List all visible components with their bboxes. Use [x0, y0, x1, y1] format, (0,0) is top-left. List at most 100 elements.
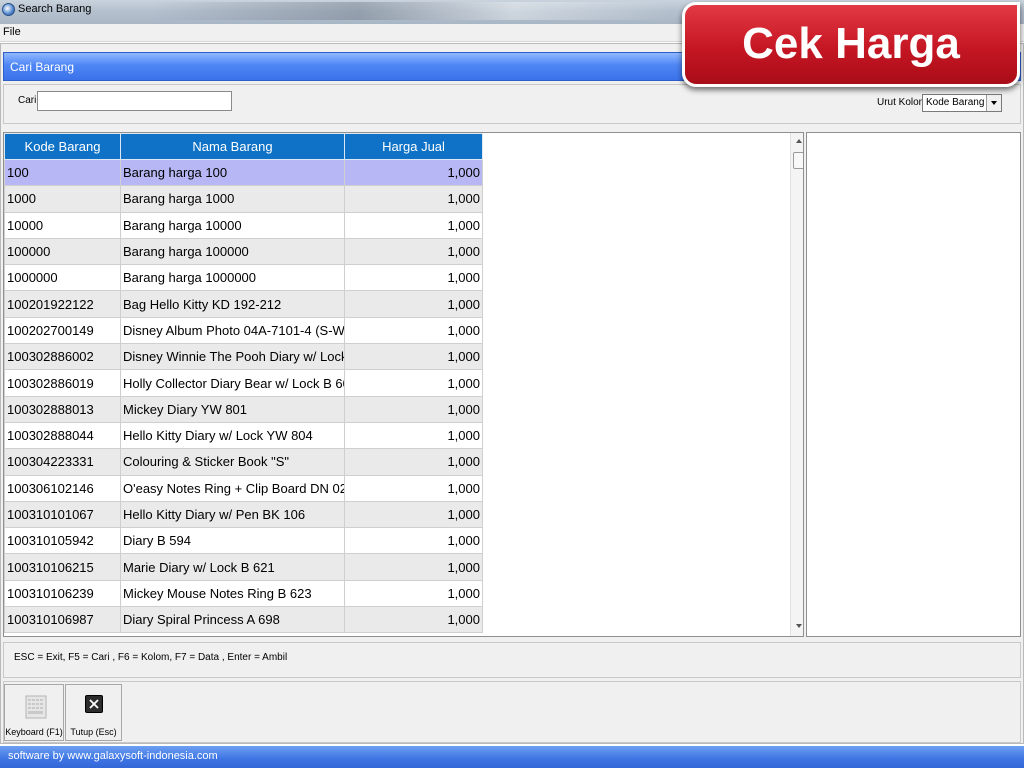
search-label: Cari — [18, 95, 37, 106]
cell-harga-jual[interactable]: 1,000 — [344, 579, 483, 608]
cell-nama-barang[interactable]: O'easy Notes Ring + Clip Board DN 0214^ — [120, 474, 345, 502]
chevron-down-icon — [991, 101, 997, 105]
cell-harga-jual[interactable]: 1,000 — [344, 421, 483, 450]
cell-nama-barang[interactable]: Mickey Diary YW 801 — [120, 395, 345, 423]
table-row[interactable]: 100310106987 Diary Spiral Princess A 698 1… — [4, 606, 483, 634]
column-header[interactable]: Nama Barang — [120, 133, 345, 160]
cell-nama-barang[interactable]: Hello Kitty Diary w/ Lock YW 804 — [120, 421, 345, 450]
table-row[interactable]: 1000000 Barang harga 1000000 1,000 — [4, 264, 483, 292]
sort-column-dropdown-button[interactable] — [986, 95, 1001, 111]
window-title: Search Barang — [18, 3, 92, 15]
cell-nama-barang[interactable]: Mickey Mouse Notes Ring B 623 — [120, 579, 345, 608]
app-icon — [2, 3, 15, 16]
cell-nama-barang[interactable]: Disney Album Photo 04A-7101-4 (S-WTP) — [120, 316, 345, 345]
grid-vertical-scrollbar[interactable] — [790, 133, 803, 636]
cell-kode-barang[interactable]: 100201922122 — [4, 290, 121, 318]
keyboard-button-label: Keyboard (F1) — [5, 727, 63, 737]
cell-kode-barang[interactable]: 100000 — [4, 237, 121, 266]
table-row[interactable]: 1000 Barang harga 1000 1,000 — [4, 185, 483, 213]
data-grid: Kode Barang Nama Barang Harga Jual 100 Bara… — [3, 132, 804, 637]
table-row[interactable]: 100302888044 Hello Kitty Diary w/ Lock YW… — [4, 421, 483, 450]
cell-nama-barang[interactable]: Barang harga 1000 — [120, 185, 345, 213]
scroll-thumb[interactable] — [793, 152, 803, 169]
button-panel — [3, 681, 1021, 743]
table-row[interactable]: 100 Barang harga 100 1,000 — [4, 158, 483, 187]
table-row[interactable]: 100302886002 Disney Winnie The Pooh Diary… — [4, 343, 483, 371]
cell-harga-jual[interactable]: 1,000 — [344, 343, 483, 371]
side-panel — [806, 132, 1021, 637]
scroll-up-icon[interactable] — [796, 139, 802, 143]
cell-harga-jual[interactable]: 1,000 — [344, 290, 483, 318]
cell-kode-barang[interactable]: 100302888044 — [4, 421, 121, 450]
menu-file[interactable]: File — [3, 26, 21, 38]
cell-kode-barang[interactable]: 100 — [4, 158, 121, 187]
cell-nama-barang[interactable]: Barang harga 100000 — [120, 237, 345, 266]
table-row[interactable]: 10000 Barang harga 10000 1,000 — [4, 211, 483, 239]
cell-harga-jual[interactable]: 1,000 — [344, 527, 483, 555]
cell-nama-barang[interactable]: Colouring & Sticker Book "S" — [120, 448, 345, 476]
table-row[interactable]: 100310106239 Mickey Mouse Notes Ring B 62… — [4, 579, 483, 608]
cell-harga-jual[interactable]: 1,000 — [344, 237, 483, 266]
cell-kode-barang[interactable]: 100310106239 — [4, 579, 121, 608]
table-row[interactable]: 100302888013 Mickey Diary YW 801 1,000 — [4, 395, 483, 423]
table-row[interactable]: 100202700149 Disney Album Photo 04A-7101-… — [4, 316, 483, 345]
cell-kode-barang[interactable]: 100306102146 — [4, 474, 121, 502]
table-row[interactable]: 100310101067 Hello Kitty Diary w/ Pen BK … — [4, 500, 483, 529]
cell-nama-barang[interactable]: Hello Kitty Diary w/ Pen BK 106 — [120, 500, 345, 529]
cell-kode-barang[interactable]: 100302886019 — [4, 369, 121, 397]
title-bar-gradient — [150, 2, 670, 20]
panel-header-title: Cari Barang — [10, 60, 75, 74]
footer-credit: software by www.galaxysoft-indonesia.com — [8, 750, 218, 762]
cell-harga-jual[interactable]: 1,000 — [344, 553, 483, 581]
table-row[interactable]: 100201922122 Bag Hello Kitty KD 192-212 1,… — [4, 290, 483, 318]
cell-nama-barang[interactable]: Holly Collector Diary Bear w/ Lock B 601 — [120, 369, 345, 397]
keyboard-icon — [25, 695, 47, 719]
close-button[interactable]: Tutup (Esc) — [65, 684, 122, 741]
column-header[interactable]: Harga Jual — [344, 133, 483, 160]
table-row[interactable]: 100000 Barang harga 100000 1,000 — [4, 237, 483, 266]
cell-kode-barang[interactable]: 100304223331 — [4, 448, 121, 476]
cell-harga-jual[interactable]: 1,000 — [344, 448, 483, 476]
keyboard-button[interactable]: Keyboard (F1) — [4, 684, 64, 741]
cell-kode-barang[interactable]: 1000000 — [4, 264, 121, 292]
cell-nama-barang[interactable]: Barang harga 1000000 — [120, 264, 345, 292]
cell-kode-barang[interactable]: 100310106987 — [4, 606, 121, 634]
table-row[interactable]: 100310106215 Marie Diary w/ Lock B 621 1,0… — [4, 553, 483, 581]
cell-kode-barang[interactable]: 10000 — [4, 211, 121, 239]
cell-harga-jual[interactable]: 1,000 — [344, 474, 483, 502]
table-row[interactable]: 100306102146 O'easy Notes Ring + Clip Boa… — [4, 474, 483, 502]
cell-kode-barang[interactable]: 100310101067 — [4, 500, 121, 529]
search-input[interactable] — [37, 91, 232, 111]
cell-kode-barang[interactable]: 100302888013 — [4, 395, 121, 423]
sort-column-select[interactable]: Kode Barang — [922, 94, 1002, 112]
cell-nama-barang[interactable]: Diary B 594 — [120, 527, 345, 555]
cell-harga-jual[interactable]: 1,000 — [344, 185, 483, 213]
table-row[interactable]: 100302886019 Holly Collector Diary Bear w… — [4, 369, 483, 397]
table-row[interactable]: 100310105942 Diary B 594 1,000 — [4, 527, 483, 555]
cell-harga-jual[interactable]: 1,000 — [344, 264, 483, 292]
cell-nama-barang[interactable]: Barang harga 100 — [120, 158, 345, 187]
cell-harga-jual[interactable]: 1,000 — [344, 211, 483, 239]
cell-nama-barang[interactable]: Marie Diary w/ Lock B 621 — [120, 553, 345, 581]
cell-kode-barang[interactable]: 100202700149 — [4, 316, 121, 345]
cell-nama-barang[interactable]: Bag Hello Kitty KD 192-212 — [120, 290, 345, 318]
close-button-label: Tutup (Esc) — [70, 727, 117, 737]
cell-nama-barang[interactable]: Barang harga 10000 — [120, 211, 345, 239]
cell-harga-jual[interactable]: 1,000 — [344, 606, 483, 634]
cell-nama-barang[interactable]: Disney Winnie The Pooh Diary w/ Lock B 6 — [120, 343, 345, 371]
cell-kode-barang[interactable]: 100302886002 — [4, 343, 121, 371]
cell-kode-barang[interactable]: 100310106215 — [4, 553, 121, 581]
table-row[interactable]: 100304223331 Colouring & Sticker Book "S"… — [4, 448, 483, 476]
cell-harga-jual[interactable]: 1,000 — [344, 395, 483, 423]
column-header[interactable]: Kode Barang — [4, 133, 121, 160]
cell-nama-barang[interactable]: Diary Spiral Princess A 698 — [120, 606, 345, 634]
cell-kode-barang[interactable]: 100310105942 — [4, 527, 121, 555]
cell-harga-jual[interactable]: 1,000 — [344, 369, 483, 397]
scroll-down-icon[interactable] — [796, 624, 802, 628]
sort-column-label: Urut Kolom — [877, 97, 928, 108]
cell-harga-jual[interactable]: 1,000 — [344, 158, 483, 187]
cell-kode-barang[interactable]: 1000 — [4, 185, 121, 213]
shortcut-hint: ESC = Exit, F5 = Cari , F6 = Kolom, F7 =… — [14, 652, 288, 663]
cell-harga-jual[interactable]: 1,000 — [344, 316, 483, 345]
cell-harga-jual[interactable]: 1,000 — [344, 500, 483, 529]
